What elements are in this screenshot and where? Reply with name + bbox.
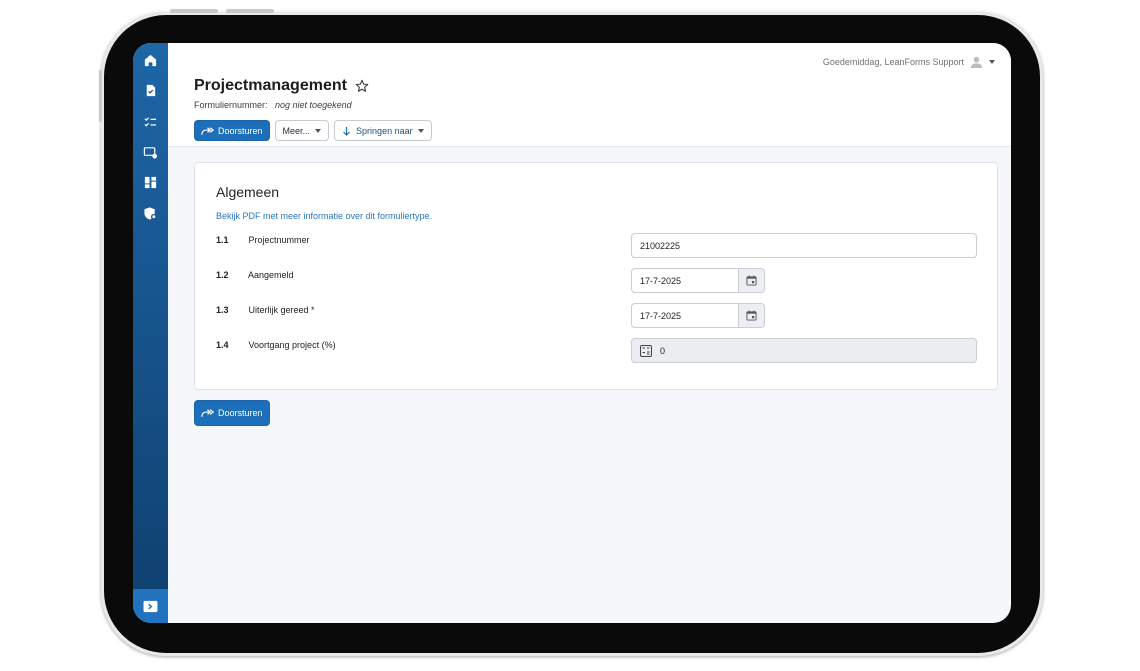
field-label: Projectnummer — [248, 235, 310, 245]
page-title-text: Projectmanagement — [194, 77, 347, 94]
expand-icon — [143, 600, 158, 613]
dashboard-icon[interactable] — [142, 174, 159, 191]
arrow-down-icon — [342, 126, 351, 136]
progress-value: 0 — [660, 345, 666, 356]
user-menu[interactable]: Goedemiddag, LeanForms Support — [823, 56, 995, 68]
page-title: Projectmanagement — [194, 77, 369, 95]
date-picker-button[interactable] — [738, 304, 764, 327]
section-title: Algemeen — [216, 184, 280, 200]
forward-icon — [201, 126, 214, 136]
form-number: Formuliernummer: nog niet toegekend — [194, 100, 352, 110]
jump-to-button[interactable]: Springen naar — [334, 120, 432, 141]
form-number-value: nog niet toegekend — [275, 100, 352, 110]
field-number: 1.4 — [216, 340, 229, 350]
field-row: 1.1 Projectnummer — [216, 235, 310, 245]
registered-date-value: 17-7-2025 — [640, 275, 682, 286]
forward-icon — [201, 408, 214, 418]
form-number-label: Formuliernummer: — [194, 100, 268, 110]
field-row: 1.4 Voortgang project (%) — [216, 340, 336, 350]
project-number-input[interactable]: 21002225 — [631, 233, 977, 258]
deadline-date-value: 17-7-2025 — [640, 310, 682, 321]
tablet-top-button — [170, 9, 218, 13]
screen-settings-icon[interactable] — [142, 144, 159, 161]
tablet-side-button — [99, 70, 102, 122]
date-picker-button[interactable] — [738, 269, 764, 292]
chevron-down-icon — [315, 128, 322, 133]
more-button[interactable]: Meer... — [274, 120, 330, 141]
field-number: 1.1 — [216, 235, 229, 245]
tablet-top-button — [226, 9, 274, 13]
field-number: 1.3 — [216, 305, 229, 315]
checklist-icon[interactable] — [142, 113, 159, 130]
field-number: 1.2 — [216, 270, 229, 280]
more-button-label: Meer... — [282, 125, 311, 136]
shield-settings-icon[interactable] — [142, 205, 159, 222]
greeting-text: Goedemiddag, LeanForms Support — [822, 57, 964, 67]
calendar-icon — [746, 310, 757, 321]
registered-date-input[interactable]: 17-7-2025 — [631, 268, 765, 293]
home-icon[interactable] — [142, 52, 159, 69]
field-row: 1.2 Aangemeld — [216, 270, 294, 280]
toolbar: Doorsturen Meer... Springen naar — [194, 120, 432, 141]
calculator-icon — [640, 344, 652, 357]
jump-to-button-label: Springen naar — [356, 125, 413, 136]
field-label: Voortgang project (%) — [248, 340, 336, 350]
project-number-value: 21002225 — [640, 240, 681, 251]
document-icon[interactable] — [142, 82, 159, 99]
form-section-card: Algemeen Bekijk PDF met meer informatie … — [194, 162, 998, 390]
expand-sidebar-button[interactable] — [133, 589, 168, 623]
chevron-down-icon — [417, 128, 424, 133]
forward-button-label: Doorsturen — [218, 408, 263, 418]
star-icon[interactable] — [355, 79, 369, 93]
deadline-date-input[interactable]: 17-7-2025 — [631, 303, 765, 328]
forward-button-label: Doorsturen — [218, 125, 263, 136]
progress-calculated-field: 0 — [631, 338, 977, 363]
calendar-icon — [746, 275, 757, 286]
field-label: Uiterlijk gereed * — [248, 305, 315, 315]
chevron-down-icon — [989, 60, 995, 64]
user-icon — [970, 56, 983, 68]
forward-button[interactable]: Doorsturen — [194, 120, 270, 141]
app-screen: Goedemiddag, LeanForms Support Projectma… — [133, 43, 1011, 623]
page-header: Goedemiddag, LeanForms Support Projectma… — [168, 43, 1011, 147]
pdf-info-link[interactable]: Bekijk PDF met meer informatie over dit … — [216, 211, 432, 221]
sidebar — [133, 43, 168, 623]
field-label: Aangemeld — [248, 270, 294, 280]
forward-button-bottom[interactable]: Doorsturen — [194, 400, 270, 426]
field-row: 1.3 Uiterlijk gereed * — [216, 305, 315, 315]
